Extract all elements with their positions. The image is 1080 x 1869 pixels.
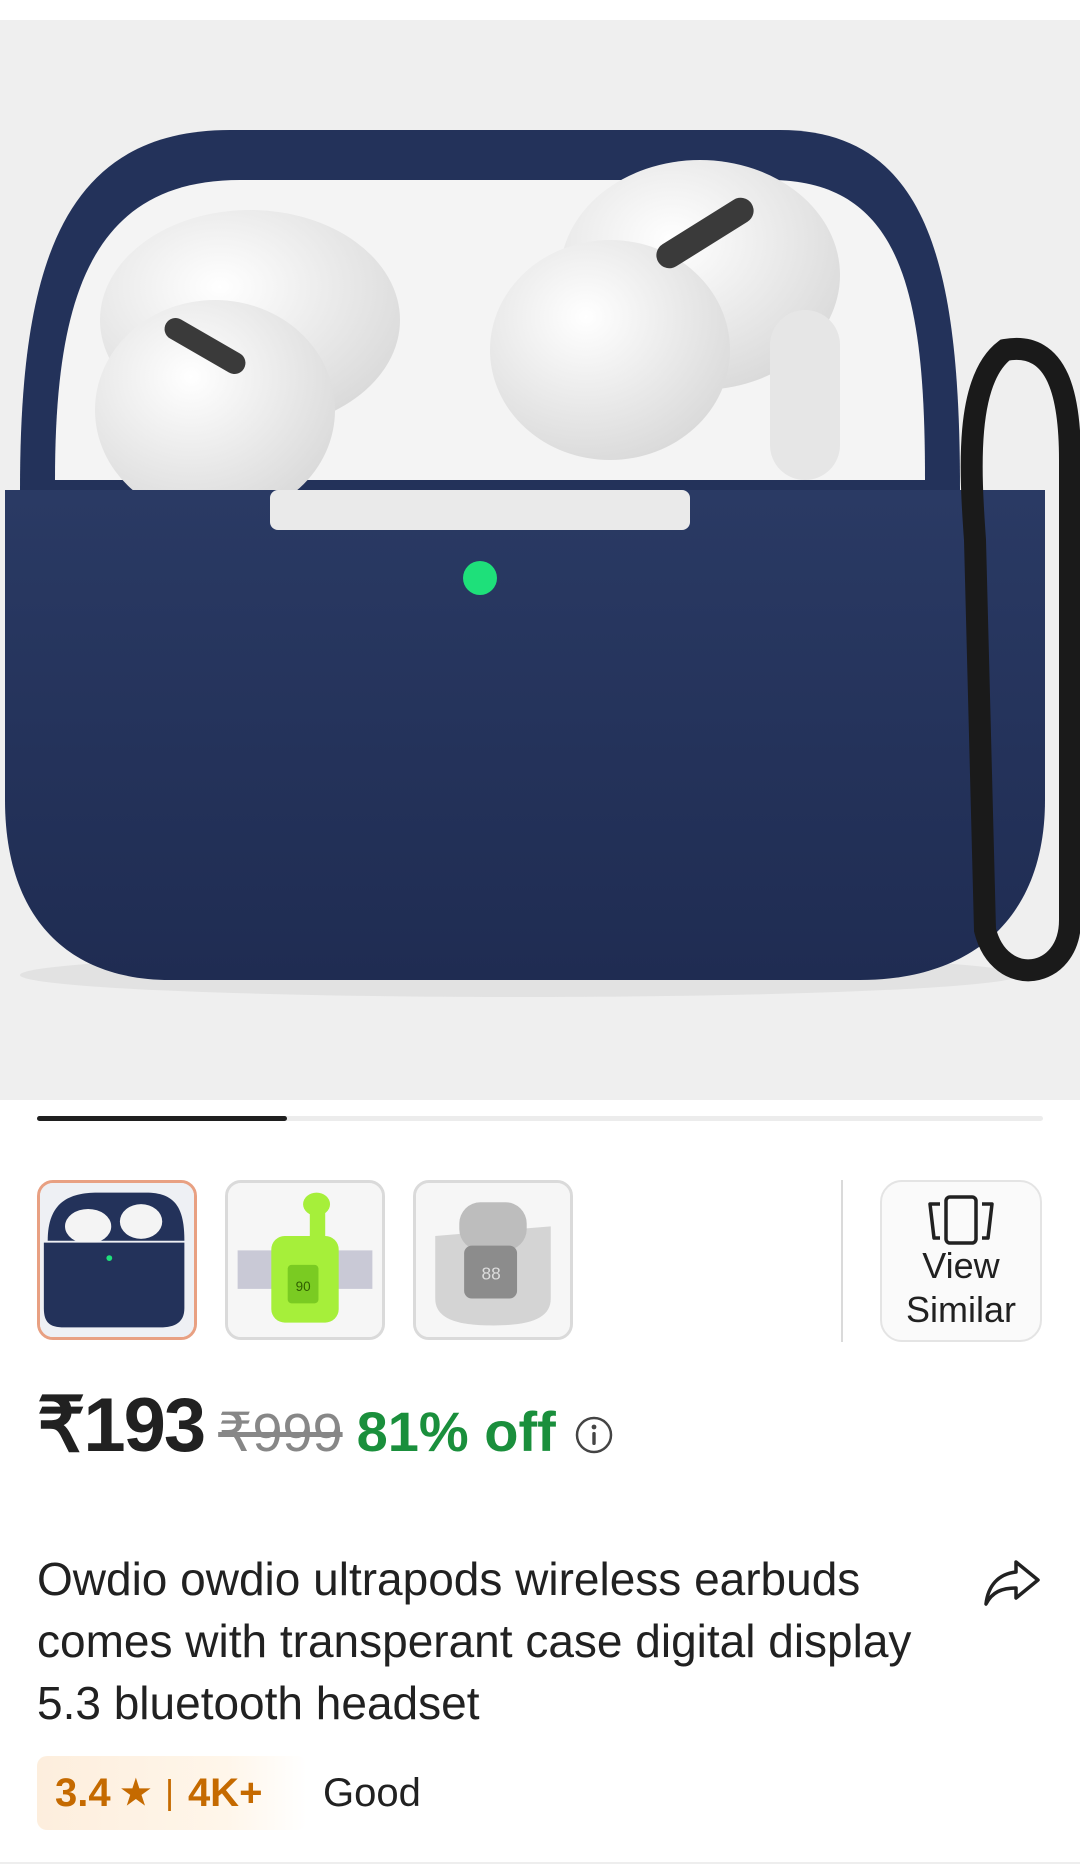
discount-percent: 81% off [356,1400,556,1463]
view-similar-button[interactable]: View Similar [880,1180,1042,1342]
product-main-image[interactable] [0,20,1080,1100]
svg-text:88: 88 [481,1263,500,1283]
thumbnail-divider [841,1180,843,1342]
rating-count: 4K+ [187,1770,263,1815]
section-divider [0,1862,1080,1864]
share-icon[interactable] [982,1556,1042,1610]
info-icon[interactable] [574,1415,614,1455]
grey-earbuds-thumb-image: 88 [416,1183,570,1337]
thumbnail-green-earbuds[interactable]: 90 [225,1180,385,1340]
rating-separator: | [165,1773,174,1812]
original-price: ₹999 [218,1403,343,1463]
price-row: ₹193 ₹999 81% off [37,1380,614,1470]
navy-case-thumb-image [40,1183,194,1337]
thumbnail-grey-earbuds[interactable]: 88 [413,1180,573,1340]
gallery-progress-track [37,1116,1043,1121]
status-bar-area [0,0,1080,20]
earbuds-case-illustration [5,130,1080,997]
rating-label: Good [323,1771,421,1815]
rating-score: 3.4 [55,1770,111,1815]
selling-price: ₹193 [37,1383,206,1468]
product-title: Owdio owdio ultrapods wireless earbuds c… [37,1553,912,1729]
star-icon: ★ [120,1774,152,1812]
green-earbuds-thumb-image: 90 [228,1183,382,1337]
rating-chip[interactable]: 3.4 ★ | 4K+ [37,1756,307,1830]
gallery-progress-fill [37,1116,287,1121]
view-similar-label: View Similar [905,1245,1016,1330]
thumbnail-navy-case[interactable] [37,1180,197,1340]
svg-text:90: 90 [296,1279,311,1294]
view-similar-icon [928,1195,994,1245]
